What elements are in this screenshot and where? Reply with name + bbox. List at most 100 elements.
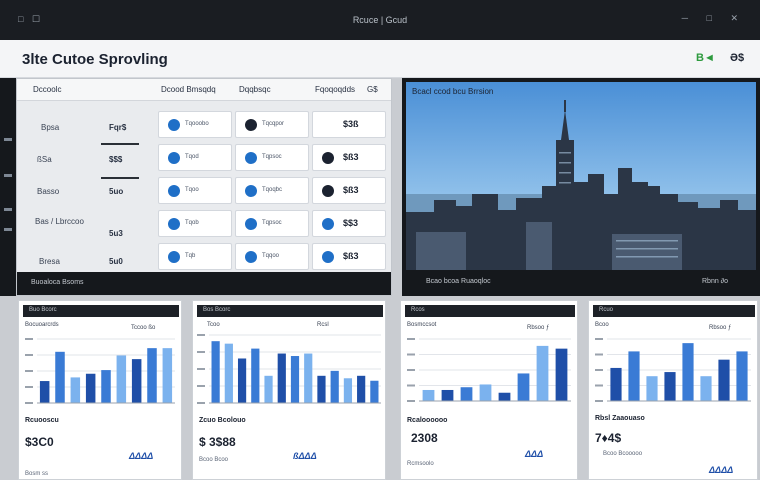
- bar[interactable]: [498, 392, 511, 401]
- bar[interactable]: [277, 353, 286, 403]
- bar[interactable]: [330, 370, 339, 403]
- tile[interactable]: $3ß: [312, 111, 386, 138]
- card-caption: Zcuo Bcolouo: [199, 417, 246, 424]
- circle-icon: [245, 251, 257, 263]
- bar[interactable]: [147, 348, 157, 403]
- card-header: Bos Bcorc: [197, 305, 383, 317]
- bar[interactable]: [646, 376, 658, 401]
- rail-icon-2[interactable]: [4, 174, 12, 177]
- card-header: Rcuo: [593, 305, 755, 317]
- card-subtitle-right[interactable]: Rbsoo ƒ: [709, 325, 731, 331]
- tile[interactable]: Tqoo: [158, 177, 232, 204]
- tile[interactable]: Tqod: [158, 144, 232, 171]
- bar[interactable]: [85, 373, 96, 403]
- rail-icon-3[interactable]: [4, 208, 12, 211]
- bar[interactable]: [441, 389, 454, 401]
- tile[interactable]: Tqpsoc: [235, 144, 309, 171]
- circle-icon: [168, 185, 180, 197]
- bar[interactable]: [162, 348, 173, 403]
- bar[interactable]: [664, 372, 676, 401]
- tile-label: Tqcqpor: [262, 121, 285, 127]
- image-footer-right[interactable]: Rbnn ∂o: [702, 278, 728, 285]
- card-value: 7♦4$: [595, 431, 622, 445]
- tile-value: $3ß: [343, 119, 359, 129]
- row-label: Bpsa: [41, 123, 60, 132]
- card-caption: Rcaloooooo: [407, 417, 448, 424]
- bar[interactable]: [317, 375, 326, 403]
- bar[interactable]: [370, 380, 379, 403]
- bar[interactable]: [628, 351, 640, 401]
- tile[interactable]: $ß3: [312, 144, 386, 171]
- window-controls[interactable]: ─ □ ✕: [682, 13, 746, 24]
- bar[interactable]: [290, 356, 300, 403]
- rail-icon-1[interactable]: [4, 138, 12, 141]
- tile[interactable]: Tqooobo: [158, 111, 232, 138]
- tile[interactable]: Tqcqpor: [235, 111, 309, 138]
- bar[interactable]: [131, 359, 142, 403]
- circle-icon: [168, 218, 180, 230]
- bar[interactable]: [700, 376, 712, 401]
- bar[interactable]: [460, 387, 473, 401]
- bar[interactable]: [736, 351, 748, 401]
- bar[interactable]: [251, 348, 260, 403]
- circle-icon: [168, 119, 180, 131]
- tile-value: $ß3: [343, 251, 359, 261]
- card-subtitle-right[interactable]: Rcsl: [317, 322, 329, 328]
- window-title: Rcuce | Gcud: [352, 15, 408, 25]
- bar[interactable]: [479, 384, 492, 401]
- y-tick: [407, 384, 415, 387]
- y-tick: [595, 338, 603, 340]
- bar[interactable]: [555, 348, 568, 401]
- col-header-4[interactable]: Fqoqoqdds: [315, 85, 355, 94]
- bar[interactable]: [357, 375, 366, 403]
- card-subtitle-right[interactable]: Tccoo ßo: [131, 325, 155, 331]
- bar[interactable]: [422, 389, 435, 401]
- bar[interactable]: [610, 367, 622, 401]
- col-header-1[interactable]: Dccoolc: [33, 85, 61, 94]
- bar[interactable]: [55, 351, 65, 403]
- y-tick: [197, 368, 205, 370]
- tile-label: Tqpsoc: [262, 154, 282, 160]
- card-subtitle: Tcoo: [207, 322, 220, 328]
- card-subtitle-right[interactable]: Rbsoo ƒ: [527, 325, 549, 331]
- bar[interactable]: [39, 381, 50, 403]
- tile[interactable]: Tqpsoc: [235, 210, 309, 237]
- card-note: Bcoo Bcoo: [199, 457, 229, 463]
- header-user-icon[interactable]: Ə$: [730, 52, 744, 64]
- tile[interactable]: $ß3: [312, 243, 386, 270]
- bar[interactable]: [116, 355, 127, 403]
- bar[interactable]: [536, 345, 549, 401]
- rail-icon-4[interactable]: [4, 228, 12, 231]
- bar[interactable]: [304, 353, 313, 403]
- col-header-3[interactable]: Dqqbsqc: [239, 85, 271, 94]
- col-header-5[interactable]: G$: [367, 85, 378, 94]
- row-label: Bas / Lbrccoo: [35, 217, 84, 226]
- circle-icon: [322, 251, 334, 263]
- col-header-2[interactable]: Dcood Bmsqdq: [161, 85, 216, 94]
- tile-label: Tqooobo: [185, 121, 209, 127]
- bar[interactable]: [517, 373, 530, 401]
- tile[interactable]: Tqob: [158, 210, 232, 237]
- bar[interactable]: [264, 375, 273, 403]
- bar-chart: [407, 338, 571, 402]
- card-header: Buo Bcorc: [23, 305, 179, 317]
- tile[interactable]: $ß3: [312, 177, 386, 204]
- card-subtitle: Bocuoarcrds: [25, 322, 59, 328]
- app-header: 3lte Cutoe Sprovling B◄ Ə$: [0, 40, 760, 78]
- y-tick: [595, 400, 603, 402]
- tile[interactable]: Tqb: [158, 243, 232, 270]
- bar[interactable]: [224, 343, 233, 403]
- bar[interactable]: [237, 358, 247, 403]
- bar[interactable]: [70, 377, 81, 403]
- bar[interactable]: [101, 370, 111, 403]
- bar[interactable]: [682, 343, 694, 401]
- tile-label: Tqoo: [185, 187, 199, 193]
- bar[interactable]: [343, 378, 353, 403]
- tile[interactable]: Tqqoo: [235, 243, 309, 270]
- header-badge[interactable]: B◄: [696, 52, 715, 64]
- bar[interactable]: [211, 341, 220, 403]
- tile[interactable]: $$3: [312, 210, 386, 237]
- bar[interactable]: [718, 359, 730, 401]
- window-menu-icons[interactable]: □ ☐: [18, 14, 43, 25]
- tile[interactable]: Tqoqbc: [235, 177, 309, 204]
